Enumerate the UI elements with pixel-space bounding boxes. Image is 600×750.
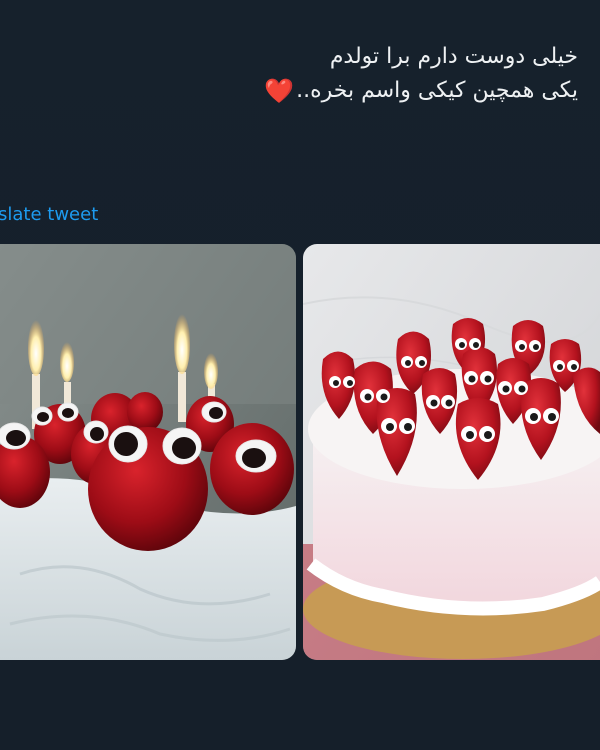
tweet-view: خیلی دوست دارم برا تولدم یکی همچین کیکی … <box>0 0 600 750</box>
tweet-photo-1[interactable] <box>0 244 296 660</box>
translate-tweet-link[interactable]: slate tweet <box>0 204 98 225</box>
tweet-text: خیلی دوست دارم برا تولدم یکی همچین کیکی … <box>158 40 578 108</box>
tweet-photo-2[interactable] <box>303 244 600 660</box>
cake-photo-1-graphic <box>0 244 296 660</box>
cake-photo-2-graphic <box>303 244 600 660</box>
heart-emoji-icon: ❤️ <box>264 77 295 105</box>
tweet-text-line-2-content: یکی همچین کیکی واسم بخره.. <box>296 78 578 103</box>
tweet-text-line-2: یکی همچین کیکی واسم بخره..❤️ <box>158 74 578 108</box>
tweet-text-line-1: خیلی دوست دارم برا تولدم <box>329 44 578 69</box>
